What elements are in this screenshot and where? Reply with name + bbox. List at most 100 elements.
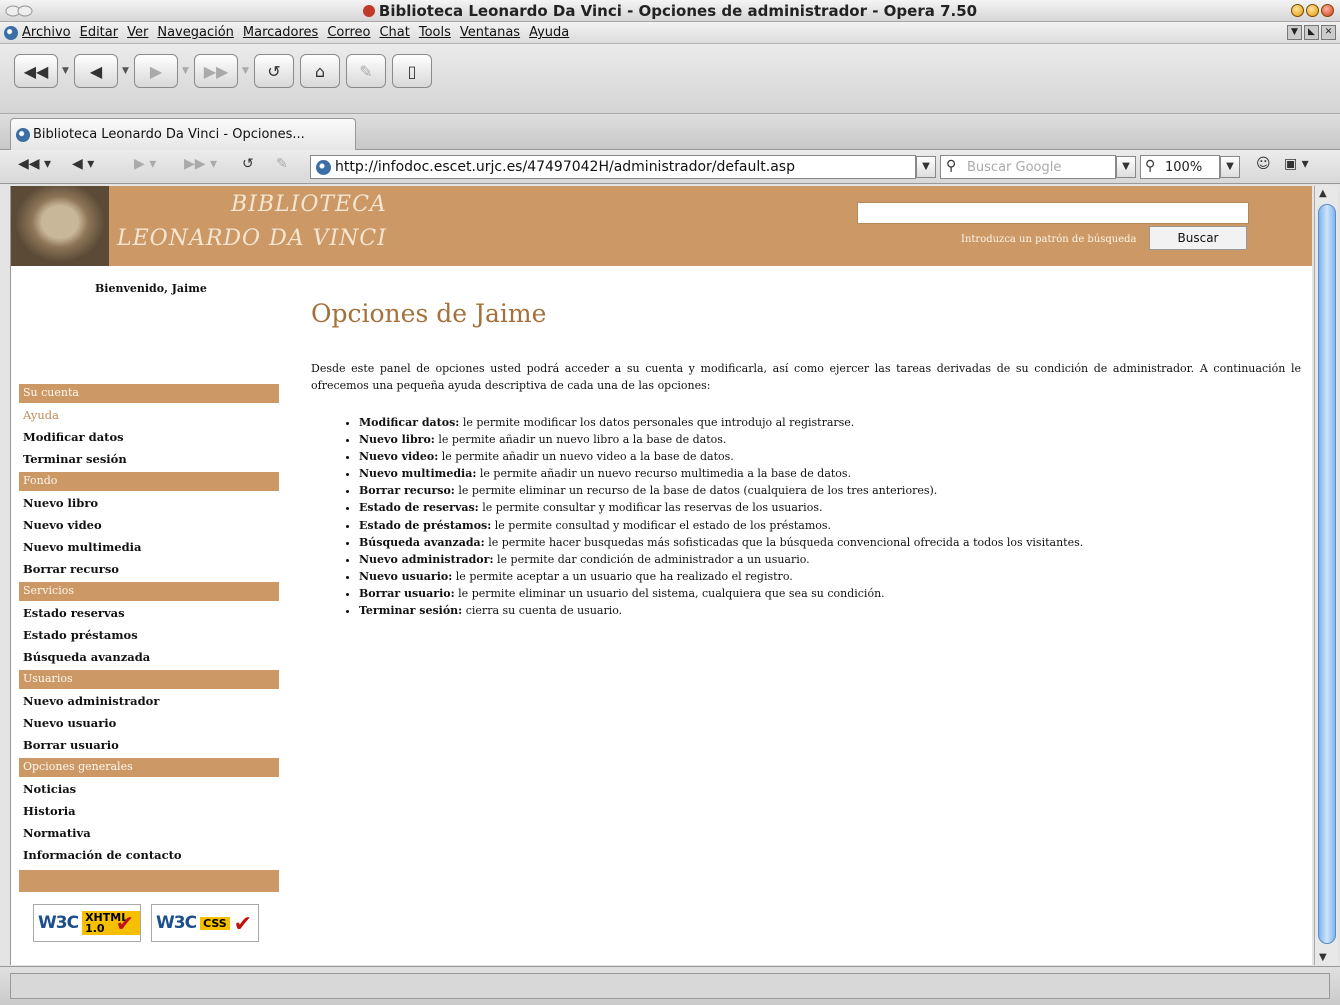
option-desc: le permite dar condición de administrado…	[493, 552, 810, 566]
menu-navegacion[interactable]: Navegación	[157, 25, 234, 40]
menu-ver[interactable]: Ver	[127, 25, 148, 40]
option-name: Borrar usuario:	[359, 586, 455, 600]
sidebar-item-busqueda-avanzada[interactable]: Búsqueda avanzada	[19, 648, 279, 670]
sidebar-item-nuevo-video[interactable]: Nuevo video	[19, 516, 279, 538]
menu-tools[interactable]: Tools	[419, 25, 451, 40]
rewind-dropdown-icon[interactable]: ▼	[62, 66, 70, 76]
zoom-icon: ⚲	[1145, 158, 1156, 174]
sidebar-item-estado-reservas[interactable]: Estado reservas	[19, 604, 279, 626]
vertical-scrollbar[interactable]: ▲ ▼	[1314, 186, 1338, 965]
scroll-down-icon[interactable]: ▼	[1319, 952, 1327, 963]
sidebar-item-ayuda[interactable]: Ayuda	[19, 406, 279, 428]
option-desc: le permite modificar los datos personale…	[459, 416, 855, 429]
option-desc: le permite eliminar un usuario del siste…	[454, 586, 885, 600]
option-desc: le permite eliminar un recurso de la bas…	[454, 484, 938, 498]
mdi-restore-icon[interactable]: ◣	[1304, 25, 1319, 40]
w3c-css-badge[interactable]: W3C CSS ✔	[151, 904, 259, 942]
mdi-minimize-icon[interactable]: ▼	[1287, 25, 1302, 40]
forward-icon: ▶	[149, 61, 163, 81]
mdi-controls: ▼ ◣ ✕	[1287, 25, 1336, 40]
scrollbar-thumb[interactable]	[1318, 204, 1336, 944]
option-name: Estado de reservas:	[359, 501, 479, 515]
close-icon[interactable]	[1321, 4, 1334, 17]
scroll-up-icon[interactable]: ▲	[1319, 188, 1327, 199]
rewind-icon: ◀◀	[23, 61, 49, 81]
new-page-icon: ▯	[407, 61, 417, 81]
url-field[interactable]: http://infodoc.escet.urjc.es/47497042H/a…	[310, 155, 916, 179]
sidebar-item-nuevo-administrador[interactable]: Nuevo administrador	[19, 692, 279, 714]
site-search-button[interactable]: Buscar	[1149, 226, 1247, 250]
google-search-field[interactable]: ⚲ Buscar Google	[940, 155, 1116, 179]
sidebar-item-borrar-recurso[interactable]: Borrar recurso	[19, 560, 279, 582]
list-item: Nuevo multimedia: le permite añadir un n…	[359, 465, 1083, 482]
fast-forward-dropdown-icon[interactable]: ▼	[242, 66, 250, 76]
sidebar-item-nuevo-multimedia[interactable]: Nuevo multimedia	[19, 538, 279, 560]
sidebar-item-borrar-usuario[interactable]: Borrar usuario	[19, 736, 279, 758]
user-mode-icon[interactable]: ☺	[1256, 156, 1271, 172]
window-title: Biblioteca Leonardo Da Vinci - Opciones …	[0, 2, 1340, 20]
menu-ayuda[interactable]: Ayuda	[529, 25, 569, 40]
opera-menu-icon[interactable]	[4, 26, 18, 40]
sidebar-item-noticias[interactable]: Noticias	[19, 780, 279, 802]
option-desc: le permite consultad y modificar el esta…	[491, 518, 832, 532]
list-item: Borrar usuario: le permite eliminar un u…	[359, 585, 1083, 602]
menu-marcadores[interactable]: Marcadores	[243, 25, 318, 40]
status-bar	[0, 966, 1340, 1005]
list-item: Nuevo libro: le permite añadir un nuevo …	[359, 431, 1083, 448]
menu-editar[interactable]: Editar	[80, 25, 119, 40]
menu-archivo[interactable]: Archivo	[22, 25, 71, 40]
rewind-button[interactable]: ◀◀	[14, 54, 58, 88]
zoom-field[interactable]: ⚲ 100%	[1140, 155, 1220, 179]
sidebar-item-terminar-sesion[interactable]: Terminar sesión	[19, 450, 279, 472]
sidebar-item-normativa[interactable]: Normativa	[19, 824, 279, 846]
back-dropdown-icon[interactable]: ▼	[122, 66, 130, 76]
rewind-small-icon[interactable]: ◀◀ ▾	[18, 156, 51, 172]
option-desc: le permite consultar y modificar las res…	[478, 501, 823, 515]
page-globe-icon	[16, 128, 30, 142]
fast-forward-small-icon[interactable]: ▶▶ ▾	[184, 156, 217, 172]
back-button[interactable]: ◀	[74, 54, 118, 88]
home-button[interactable]: ⌂	[300, 54, 340, 88]
list-item: Estado de reservas: le permite consultar…	[359, 499, 1083, 516]
maximize-icon[interactable]	[1306, 4, 1319, 17]
site-search-input[interactable]	[857, 202, 1249, 224]
edit-small-icon[interactable]: ✎	[276, 156, 288, 172]
back-icon: ◀	[89, 61, 103, 81]
fast-forward-button[interactable]: ▶▶	[194, 54, 238, 88]
reload-small-icon[interactable]: ↺	[242, 156, 254, 172]
sidebar-item-informacion-contacto[interactable]: Información de contacto	[19, 846, 279, 868]
checkmark-icon: ✔	[115, 912, 134, 937]
w3c-xhtml-badge[interactable]: W3C XHTML 1.0 ✔	[33, 904, 141, 942]
forward-small-icon[interactable]: ▶ ▾	[134, 156, 156, 172]
images-toggle-icon[interactable]: ▣ ▾	[1284, 156, 1309, 172]
option-desc: le permite aceptar a un usuario que ha r…	[452, 569, 793, 583]
sidebar-item-modificar-datos[interactable]: Modificar datos	[19, 428, 279, 450]
menu-correo[interactable]: Correo	[327, 25, 370, 40]
sidebar-item-estado-prestamos[interactable]: Estado préstamos	[19, 626, 279, 648]
sidebar-item-historia[interactable]: Historia	[19, 802, 279, 824]
menu-bar: Archivo Editar Ver Navegación Marcadores…	[0, 22, 1340, 44]
window-controls	[1291, 4, 1334, 17]
menu-chat[interactable]: Chat	[379, 25, 409, 40]
minimize-icon[interactable]	[1291, 4, 1304, 17]
zoom-dropdown-icon[interactable]: ▼	[1220, 156, 1240, 178]
forward-button[interactable]: ▶	[134, 54, 178, 88]
tab-biblioteca[interactable]: Biblioteca Leonardo Da Vinci - Opciones.…	[10, 118, 356, 150]
list-item: Modificar datos: le permite modificar lo…	[359, 414, 1083, 431]
forward-dropdown-icon[interactable]: ▼	[182, 66, 190, 76]
back-small-icon[interactable]: ◀ ▾	[72, 156, 94, 172]
option-name: Estado de préstamos:	[359, 518, 492, 532]
reload-button[interactable]: ↺	[254, 54, 294, 88]
sidebar-item-nuevo-libro[interactable]: Nuevo libro	[19, 494, 279, 516]
option-desc: le permite hacer busquedas más sofistica…	[484, 535, 1084, 549]
sidebar-item-nuevo-usuario[interactable]: Nuevo usuario	[19, 714, 279, 736]
mdi-close-icon[interactable]: ✕	[1321, 25, 1336, 40]
list-item: Nuevo usuario: le permite aceptar a un u…	[359, 568, 1083, 585]
new-page-button[interactable]: ▯	[392, 54, 432, 88]
url-dropdown-icon[interactable]: ▼	[916, 156, 936, 178]
search-engine-dropdown-icon[interactable]: ▼	[1116, 156, 1136, 178]
menu-ventanas[interactable]: Ventanas	[460, 25, 520, 40]
edit-button[interactable]: ✎	[346, 54, 386, 88]
title-bar: Biblioteca Leonardo Da Vinci - Opciones …	[0, 0, 1340, 22]
sidebar-section-servicios: Servicios	[19, 582, 279, 601]
